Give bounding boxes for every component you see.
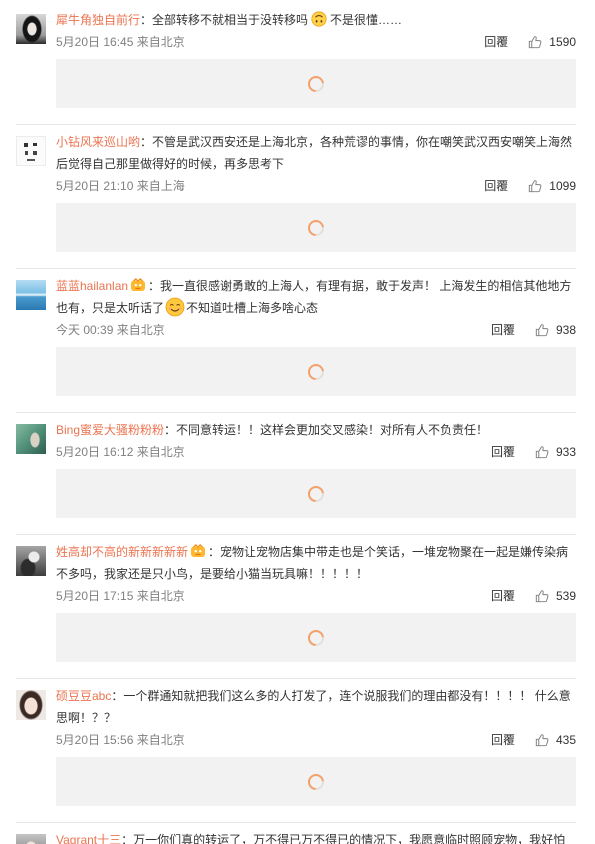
user-avatar[interactable] [16,136,46,166]
image-placeholder [56,613,576,662]
comment-text: 不是很懂…… [330,13,403,27]
comment-list: 犀牛角独自前行：全部转移不就相当于没转移吗 不是很懂…… 5月20日 16:45 来… [0,3,595,844]
comment-username[interactable]: 姓高却不高的新新新新新 [56,545,188,559]
comment-time: 5月20日 16:12 来自北京 [56,445,185,459]
thumbs-up-icon[interactable] [528,179,542,193]
reply-button[interactable]: 回覆 [484,31,508,53]
comment-body: 硕豆豆abc：一个群通知就把我们这么多的人打发了，连个说服我们的理由都没有！！！… [56,685,576,729]
like-count: 435 [555,733,576,747]
image-placeholder [56,59,576,108]
like-button[interactable]: 1099 [528,175,576,197]
image-placeholder [56,347,576,396]
comment-username[interactable]: Vagrant十三 [56,833,121,844]
comment-body: Bing蜜爱大骚粉粉粉：不同意转运！！这样会更加交叉感染！对所有人不负责任！ [56,419,576,441]
comment-username[interactable]: Bing蜜爱大骚粉粉粉 [56,423,164,437]
comment-item: 硕豆豆abc：一个群通知就把我们这么多的人打发了，连个说服我们的理由都没有！！！… [16,679,576,823]
comment-username[interactable]: 小钻风来巡山哟 [56,135,140,149]
comment-body: 姓高却不高的新新新新新 ：宠物让宠物店集中带走也是个笑话，一堆宠物聚在一起是嫌传染… [56,541,576,585]
like-button[interactable]: 933 [535,441,576,463]
comment-list-page: 犀牛角独自前行：全部转移不就相当于没转移吗 不是很懂…… 5月20日 16:45 来… [0,0,595,844]
comment-meta: 5月20日 15:56 来自北京 回覆 435 [56,729,576,751]
image-placeholder [56,757,576,806]
user-avatar[interactable] [16,424,46,454]
comment-body: 犀牛角独自前行：全部转移不就相当于没转移吗 不是很懂…… [56,9,576,31]
loading-spinner-icon [307,773,325,791]
comment-body: Vagrant十三：万一你们真的转运了，万不得已万不得已的情况下，我愿意临时照顾… [56,829,576,844]
like-count: 1590 [549,35,576,49]
comment-text: ：不同意转运！！这样会更加交叉感染！对所有人不负责任！ [164,423,489,437]
comment-username[interactable]: 蓝蓝hailanlan [56,279,128,293]
comment-item: 蓝蓝hailanlan ：我一直很感谢勇敢的上海人，有理有据，敢于发声！ 上海发生… [16,269,576,413]
comment-meta: 5月20日 16:45 来自北京 回覆 1590 [56,31,576,53]
reply-button[interactable]: 回覆 [491,585,515,607]
comment-time: 5月20日 21:10 来自上海 [56,179,185,193]
user-avatar[interactable] [16,690,46,720]
comment-actions: 回覆 938 [491,319,576,341]
comment-text: ：一个群通知就把我们这么多的人打发了，连个说服我们的理由都没有！！！！ 什么意思… [56,689,571,725]
comment-time: 5月20日 17:15 来自北京 [56,589,185,603]
comment-body: 蓝蓝hailanlan ：我一直很感谢勇敢的上海人，有理有据，敢于发声！ 上海发生… [56,275,576,319]
loading-spinner-icon [307,629,325,647]
member-badge-icon[interactable] [130,278,146,292]
comment-item: 姓高却不高的新新新新新 ：宠物让宠物店集中带走也是个笑话，一堆宠物聚在一起是嫌传染… [16,535,576,679]
comment-body: 小钻风来巡山哟：不管是武汉西安还是上海北京，各种荒谬的事情，你在嘲笑武汉西安嘲笑… [56,131,576,175]
comment-actions: 回覆 1099 [484,175,576,197]
smiling-face-icon [165,297,185,317]
like-button[interactable]: 938 [535,319,576,341]
comment-item: Vagrant十三：万一你们真的转运了，万不得已万不得已的情况下，我愿意临时照顾… [16,823,576,844]
comment-item: 犀牛角独自前行：全部转移不就相当于没转移吗 不是很懂…… 5月20日 16:45 来… [16,3,576,125]
reply-button[interactable]: 回覆 [491,441,515,463]
reply-button[interactable]: 回覆 [484,175,508,197]
like-button[interactable]: 1590 [528,31,576,53]
thumbs-up-icon[interactable] [535,589,549,603]
comment-meta: 5月20日 17:15 来自北京 回覆 539 [56,585,576,607]
member-badge-icon[interactable] [190,544,206,558]
thumbs-up-icon[interactable] [535,733,549,747]
comment-time: 5月20日 16:45 来自北京 [56,35,185,49]
thumbs-up-icon[interactable] [535,323,549,337]
comment-text: ：万一你们真的转运了，万不得已万不得已的情况下，我愿意临时照顾宠物，我好怕 [121,833,566,844]
image-placeholder [56,203,576,252]
comment-meta: 今天 00:39 来自北京 回覆 938 [56,319,576,341]
reply-button[interactable]: 回覆 [491,319,515,341]
like-button[interactable]: 539 [535,585,576,607]
image-placeholder [56,469,576,518]
comment-actions: 回覆 435 [491,729,576,751]
comment-text: ：全部转移不就相当于没转移吗 [140,13,309,27]
comment-time: 5月20日 15:56 来自北京 [56,733,185,747]
user-avatar[interactable] [16,14,46,44]
loading-spinner-icon [307,75,325,93]
like-count: 539 [555,589,576,603]
loading-spinner-icon [307,219,325,237]
like-count: 933 [555,445,576,459]
user-avatar[interactable] [16,834,46,844]
thumbs-up-icon[interactable] [535,445,549,459]
comment-item: Bing蜜爱大骚粉粉粉：不同意转运！！这样会更加交叉感染！对所有人不负责任！ 5月… [16,413,576,535]
comment-actions: 回覆 1590 [484,31,576,53]
user-avatar[interactable] [16,280,46,310]
thumbs-up-icon[interactable] [528,35,542,49]
comment-actions: 回覆 539 [491,585,576,607]
comment-meta: 5月20日 21:10 来自上海 回覆 1099 [56,175,576,197]
like-count: 1099 [549,179,576,193]
like-button[interactable]: 435 [535,729,576,751]
comment-meta: 5月20日 16:12 来自北京 回覆 933 [56,441,576,463]
user-avatar[interactable] [16,546,46,576]
comment-text: 不知道吐槽上海多啥心态 [186,301,319,315]
comment-actions: 回覆 933 [491,441,576,463]
comment-username[interactable]: 犀牛角独自前行 [56,13,140,27]
like-count: 938 [555,323,576,337]
comment-item: 小钻风来巡山哟：不管是武汉西安还是上海北京，各种荒谬的事情，你在嘲笑武汉西安嘲笑… [16,125,576,269]
loading-spinner-icon [307,363,325,381]
loading-spinner-icon [307,485,325,503]
reply-button[interactable]: 回覆 [491,729,515,751]
upside-down-face-icon [311,11,327,27]
comment-username[interactable]: 硕豆豆abc [56,689,111,703]
comment-time: 今天 00:39 来自北京 [56,323,165,337]
